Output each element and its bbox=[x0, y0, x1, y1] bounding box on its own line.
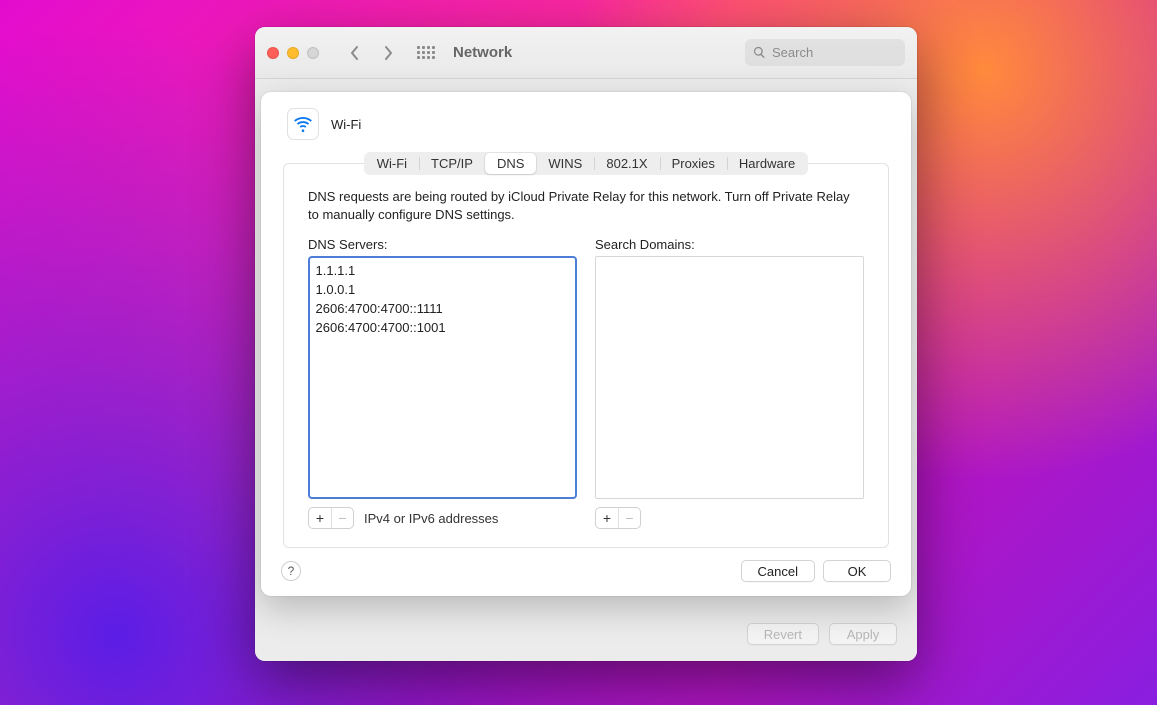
help-button[interactable]: ? bbox=[281, 561, 301, 581]
search-icon bbox=[753, 46, 766, 59]
wifi-icon bbox=[287, 108, 319, 140]
dns-remove-button[interactable]: − bbox=[331, 508, 353, 528]
dns-add-button[interactable]: + bbox=[309, 508, 331, 528]
tabs-segmented-control: Wi-Fi TCP/IP DNS WINS 802.1X Proxies Har… bbox=[364, 152, 809, 175]
search-domains-column: Search Domains: + − bbox=[595, 237, 864, 529]
show-all-button[interactable] bbox=[413, 40, 439, 66]
dns-server-entry[interactable]: 2606:4700:4700::1001 bbox=[316, 318, 570, 337]
dns-servers-label: DNS Servers: bbox=[308, 237, 577, 252]
search-input[interactable]: Search bbox=[745, 39, 905, 66]
window-title: Network bbox=[453, 44, 512, 61]
tab-proxies[interactable]: Proxies bbox=[660, 153, 727, 174]
desktop-wallpaper: Network Search Revert Apply Wi-Fi bbox=[0, 0, 1157, 705]
sheet-header: Wi-Fi bbox=[261, 92, 911, 150]
nav-forward-button[interactable] bbox=[375, 40, 401, 66]
domains-add-button[interactable]: + bbox=[596, 508, 618, 528]
minimize-window-button[interactable] bbox=[287, 47, 299, 59]
tab-hardware[interactable]: Hardware bbox=[727, 153, 807, 174]
grid-icon bbox=[417, 46, 435, 59]
interface-name: Wi-Fi bbox=[331, 117, 361, 132]
search-placeholder: Search bbox=[772, 45, 813, 60]
tab-tcpip[interactable]: TCP/IP bbox=[419, 153, 485, 174]
dns-hint: IPv4 or IPv6 addresses bbox=[364, 511, 498, 526]
search-domains-listbox[interactable] bbox=[595, 256, 864, 499]
tab-wifi[interactable]: Wi-Fi bbox=[365, 153, 419, 174]
lower-button-row: Revert Apply bbox=[747, 623, 897, 645]
dns-server-entry[interactable]: 1.1.1.1 bbox=[316, 261, 570, 280]
tab-dns[interactable]: DNS bbox=[485, 153, 536, 174]
revert-button[interactable]: Revert bbox=[747, 623, 819, 645]
domains-add-remove-group: + − bbox=[595, 507, 641, 529]
nav-back-button[interactable] bbox=[341, 40, 367, 66]
search-domains-label: Search Domains: bbox=[595, 237, 864, 252]
domains-remove-button[interactable]: − bbox=[618, 508, 640, 528]
close-window-button[interactable] bbox=[267, 47, 279, 59]
dns-add-remove-group: + − bbox=[308, 507, 354, 529]
tab-wins[interactable]: WINS bbox=[536, 153, 594, 174]
tabs-row: Wi-Fi TCP/IP DNS WINS 802.1X Proxies Har… bbox=[261, 152, 911, 175]
dns-server-entry[interactable]: 2606:4700:4700::1111 bbox=[316, 299, 570, 318]
ok-button[interactable]: OK bbox=[823, 560, 891, 582]
zoom-window-button[interactable] bbox=[307, 47, 319, 59]
system-preferences-window: Network Search Revert Apply Wi-Fi bbox=[255, 27, 917, 661]
window-controls bbox=[267, 47, 319, 59]
window-titlebar: Network Search bbox=[255, 27, 917, 79]
dns-servers-column: DNS Servers: 1.1.1.11.0.0.12606:4700:470… bbox=[308, 237, 577, 529]
dns-tab-content: DNS requests are being routed by iCloud … bbox=[283, 163, 889, 548]
network-advanced-sheet: Wi-Fi Wi-Fi TCP/IP DNS WINS 802.1X Proxi… bbox=[261, 92, 911, 596]
sheet-footer: ? Cancel OK bbox=[261, 548, 911, 582]
tab-8021x[interactable]: 802.1X bbox=[594, 153, 659, 174]
private-relay-info: DNS requests are being routed by iCloud … bbox=[308, 188, 864, 223]
dns-server-entry[interactable]: 1.0.0.1 bbox=[316, 280, 570, 299]
dns-servers-listbox[interactable]: 1.1.1.11.0.0.12606:4700:4700::11112606:4… bbox=[308, 256, 577, 499]
apply-button[interactable]: Apply bbox=[829, 623, 897, 645]
cancel-button[interactable]: Cancel bbox=[741, 560, 815, 582]
